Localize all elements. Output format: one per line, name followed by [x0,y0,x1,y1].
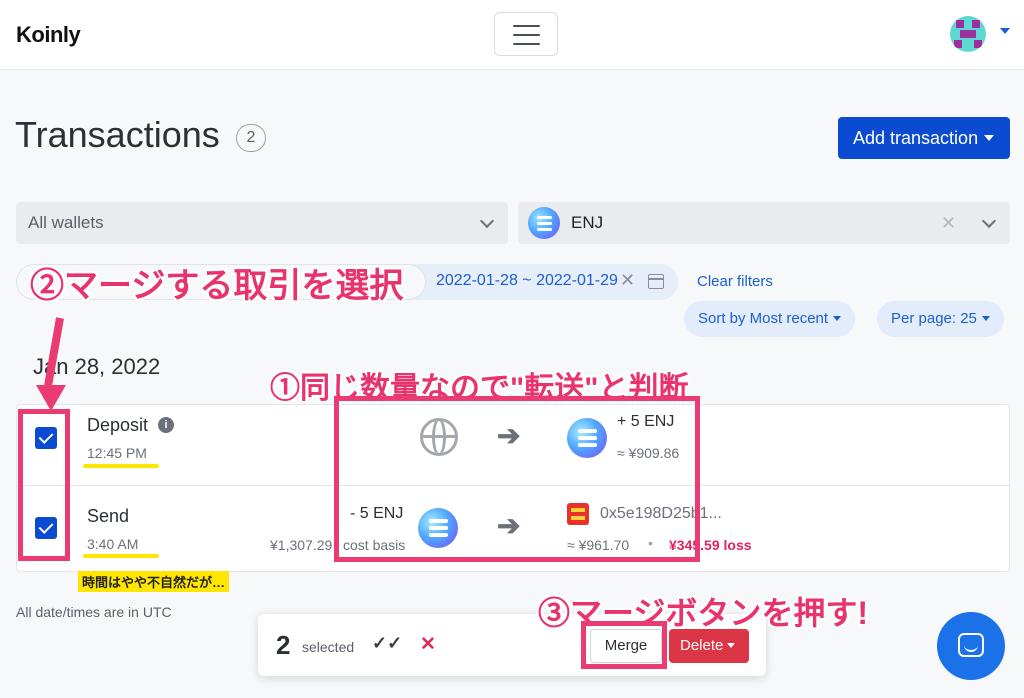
enj-coin-icon [528,207,560,239]
menu-toggle-button[interactable] [494,12,558,56]
chevron-down-icon [981,213,997,229]
coin-select[interactable]: ENJ ✕ [518,202,1010,244]
date-range-value: 2022-01-28 ~ 2022-01-29 [436,272,618,289]
koinly-logo[interactable]: Koinly [16,22,81,48]
add-transaction-button[interactable]: Add transaction [838,117,1010,159]
wallet-select-value: All wallets [28,213,104,232]
transaction-time: 3:40 AM [87,536,139,552]
match-highlight-box [334,396,700,562]
chevron-down-icon [479,213,495,229]
selected-label: selected [302,639,355,655]
merge-highlight-box [581,621,667,669]
chevron-down-icon [981,316,990,321]
clear-date-icon[interactable]: ✕ [620,270,635,291]
transaction-type: Deposit [87,415,149,435]
transaction-type: Send [87,506,130,526]
clear-filters-link[interactable]: Clear filters [697,273,773,290]
checkbox-highlight-box [18,409,70,561]
coin-select-value: ENJ [571,213,604,232]
per-page-dropdown[interactable]: Per page: 25 [877,301,1004,337]
timezone-footnote: All date/times are in UTC [16,604,172,620]
sort-dropdown[interactable]: Sort by Most recent [684,301,856,337]
account-dropdown-caret-icon[interactable] [1000,28,1010,34]
support-chat-button[interactable] [937,612,1005,680]
selected-count: 2 [276,630,291,660]
delete-button[interactable]: Delete [669,629,749,663]
annotation-arrow-head [36,385,66,411]
per-page-label: Per page: 25 [891,310,977,327]
clear-coin-icon[interactable]: ✕ [941,202,956,244]
add-transaction-label: Add transaction [853,128,979,148]
time-underline [83,464,159,468]
cost-basis-value: ¥1,307.29 [270,537,333,553]
delete-label: Delete [680,637,724,654]
chevron-down-icon [727,643,736,648]
wallet-select[interactable]: All wallets [16,202,508,244]
annotation-step2: ②マージする取引を選択 [30,267,404,305]
chevron-down-icon [833,316,842,321]
select-all-icon[interactable]: ✓✓ [372,633,402,654]
annotation-note: 時間はやや不自然だが… [78,571,230,592]
transaction-count-badge: 2 [236,124,266,152]
chevron-down-icon [984,135,995,141]
info-icon[interactable]: i [158,417,174,433]
calendar-icon[interactable] [648,274,664,289]
avatar[interactable] [950,16,986,52]
page-title: Transactions [15,114,220,155]
transaction-time: 12:45 PM [87,445,147,461]
top-navbar: Koinly [0,0,1024,70]
deselect-all-icon[interactable]: ✕ [420,633,436,656]
sort-label: Sort by Most recent [698,310,829,327]
time-underline [83,554,159,558]
